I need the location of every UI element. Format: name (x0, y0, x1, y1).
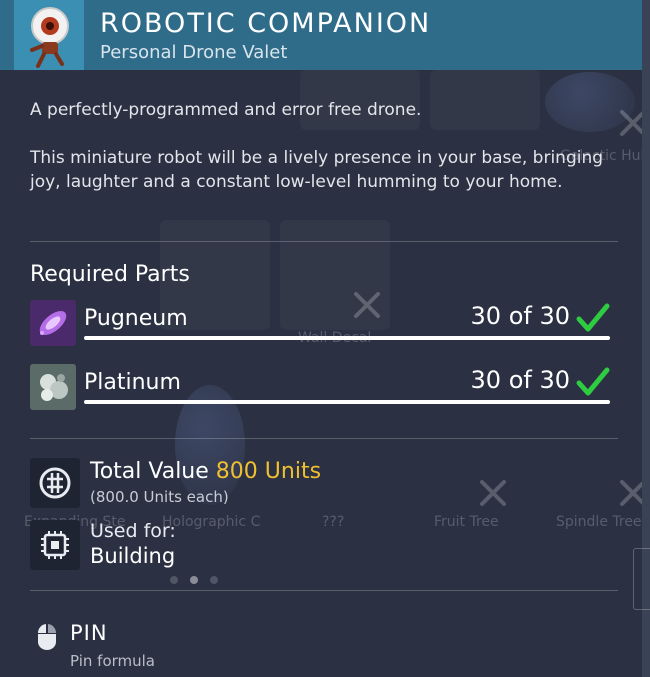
item-subtitle: Personal Drone Valet (100, 42, 288, 63)
item-title: ROBOTIC COMPANION (100, 8, 432, 39)
chip-icon (30, 520, 80, 570)
pin-description: Pin formula (70, 652, 155, 670)
required-part-row: Pugneum 30 of 30 (30, 300, 610, 346)
units-icon (30, 458, 80, 508)
divider (30, 241, 618, 242)
pugneum-icon (30, 300, 76, 346)
part-progress-bar (84, 336, 610, 340)
checkmark-icon (576, 303, 610, 332)
description-line: A perfectly-programmed and error free dr… (30, 100, 422, 120)
item-detail-panel: A perfectly-programmed and error free dr… (0, 70, 642, 677)
total-value-each: (800.0 Units each) (90, 488, 229, 506)
robot-drone-icon (30, 7, 69, 68)
divider (30, 590, 618, 591)
part-count: 30 of 30 (470, 366, 570, 394)
used-for-value: Building (90, 544, 176, 568)
platinum-icon (30, 364, 76, 410)
item-header: ROBOTIC COMPANION Personal Drone Valet (0, 0, 642, 70)
pin-button[interactable]: PIN (70, 621, 108, 645)
checkmark-icon (576, 367, 610, 396)
item-thumbnail (14, 0, 84, 70)
total-value: Total Value 800 Units (90, 459, 321, 484)
part-progress-fill (84, 400, 610, 404)
part-count: 30 of 30 (470, 302, 570, 330)
required-part-row: Platinum 30 of 30 (30, 364, 610, 410)
part-progress-fill (84, 336, 610, 340)
description-paragraph: This miniature robot will be a lively pr… (30, 148, 604, 192)
part-progress-bar (84, 400, 610, 404)
divider (30, 438, 618, 439)
mouse-icon[interactable] (30, 620, 64, 650)
required-parts-title: Required Parts (30, 262, 190, 287)
total-value-amount: 800 Units (215, 459, 322, 484)
total-value-label: Total Value (90, 459, 209, 484)
used-for-label: Used for: (90, 520, 176, 542)
part-name: Pugneum (84, 306, 188, 331)
part-name: Platinum (84, 370, 181, 395)
